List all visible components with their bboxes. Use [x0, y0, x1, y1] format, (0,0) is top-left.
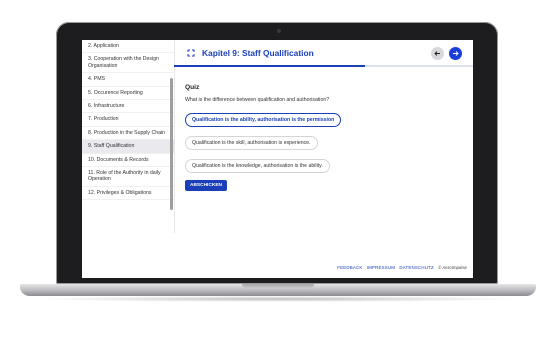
quiz-title: Quiz: [185, 84, 200, 91]
sidebar-item[interactable]: 11. Role of the Authority in daily Opera…: [82, 167, 174, 187]
sidebar-scrollbar[interactable]: [170, 78, 173, 210]
arrow-right-icon: [453, 50, 459, 56]
footer-link-datenschutz[interactable]: DATENSCHUTZ: [399, 265, 434, 270]
sidebar-item[interactable]: 12. Privileges & Obligations: [82, 187, 174, 201]
page-title: Kapitel 9: Staff Qualification: [202, 48, 314, 58]
submit-button[interactable]: ABSCHICKEN: [185, 180, 227, 191]
sidebar-item-active[interactable]: 9. Staff Qualification: [82, 140, 174, 154]
previous-button[interactable]: [431, 46, 444, 60]
sidebar-item[interactable]: 10. Documents & Records: [82, 154, 174, 168]
laptop-screen: 2. Application 3. Cooperation with the D…: [82, 40, 473, 278]
sidebar-item[interactable]: 3. Cooperation with the Design Organisat…: [82, 53, 174, 74]
sidebar-item[interactable]: 2. Application: [82, 40, 174, 54]
quiz-option-3[interactable]: Qualification is the knowledge, authoris…: [185, 159, 330, 173]
footer-link-impressum[interactable]: IMPRESSUM: [367, 265, 395, 270]
next-button[interactable]: [449, 46, 462, 60]
laptop-notch: [242, 284, 314, 289]
progress-bar-fill: [174, 65, 366, 67]
sidebar-item[interactable]: 5. Occurence Reporting: [82, 87, 174, 101]
drag-handle-glyph: [187, 49, 195, 57]
arrow-left-icon: [434, 50, 440, 56]
progress-bar: [174, 65, 473, 67]
webcam: [277, 29, 281, 33]
quiz-option-1[interactable]: Qualification is the ability, authorisat…: [185, 113, 342, 127]
sidebar-item[interactable]: 8. Production in the Supply Chain: [82, 127, 174, 141]
footer-link-feedback[interactable]: FEEDBACK: [337, 265, 362, 270]
drag-handle-icon[interactable]: [186, 48, 196, 58]
footer: FEEDBACK IMPRESSUM DATENSCHUTZ © AeroImp…: [82, 265, 467, 270]
quiz-panel: Quiz What is the difference between qual…: [185, 84, 465, 191]
chapter-header: Kapitel 9: Staff Qualification: [174, 40, 473, 66]
quiz-question: What is the difference between qualifica…: [185, 97, 330, 103]
sidebar-item[interactable]: 7. Production: [82, 113, 174, 127]
sidebar-item[interactable]: 6. Infrastructure: [82, 100, 174, 114]
chapter-sidebar: 2. Application 3. Cooperation with the D…: [82, 40, 175, 233]
laptop-shadow: [34, 296, 522, 302]
quiz-option-2[interactable]: Qualification is the skill, authorisatio…: [185, 136, 318, 150]
copyright-text: © AeroImpulse: [438, 265, 467, 270]
sidebar-item[interactable]: 4. PMS: [82, 73, 174, 87]
